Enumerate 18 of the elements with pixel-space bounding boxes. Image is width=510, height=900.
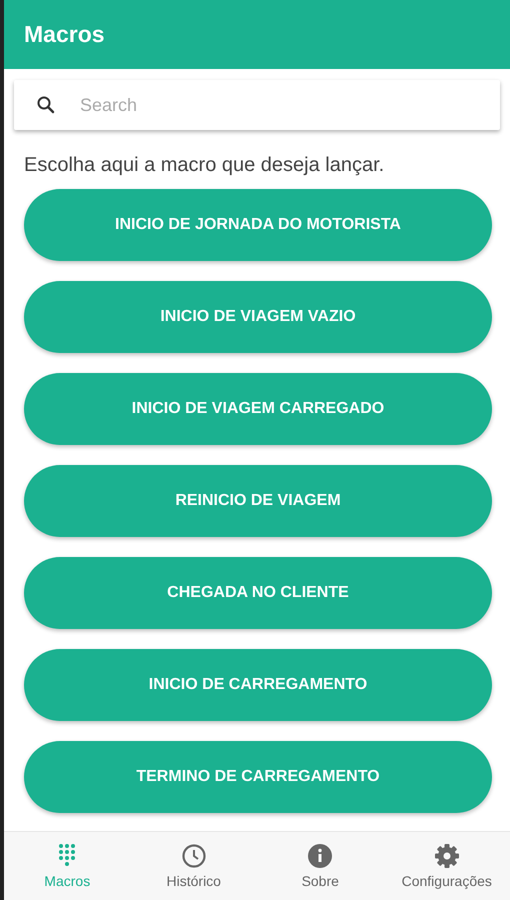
settings-icon — [434, 843, 460, 869]
macro-button[interactable]: REINICIO DE VIAGEM — [24, 465, 492, 537]
info-icon — [307, 843, 334, 869]
dialpad-icon — [58, 843, 76, 869]
macro-button[interactable]: INICIO DE VIAGEM VAZIO — [24, 281, 492, 353]
macro-button[interactable]: CHEGADA NO CLIENTE — [24, 557, 492, 629]
macro-button[interactable]: INICIO DE CARREGAMENTO — [24, 649, 492, 721]
app-title: Macros — [24, 21, 105, 48]
search-field[interactable]: Search — [14, 80, 500, 130]
macro-button[interactable]: TERMINO DE CARREGAMENTO — [24, 741, 492, 813]
instruction-text: Escolha aqui a macro que deseja lançar. — [24, 154, 386, 177]
nav-tab[interactable]: Configurações — [384, 832, 510, 900]
nav-tab[interactable]: Macros — [4, 832, 130, 900]
clock-icon — [180, 843, 207, 869]
nav-tab[interactable]: Histórico — [130, 832, 257, 900]
macro-button[interactable]: INICIO DE JORNADA DO MOTORISTA — [24, 189, 492, 261]
macro-button[interactable]: INICIO DE VIAGEM CARREGADO — [24, 373, 492, 445]
nav-tab[interactable]: Sobre — [257, 832, 384, 900]
